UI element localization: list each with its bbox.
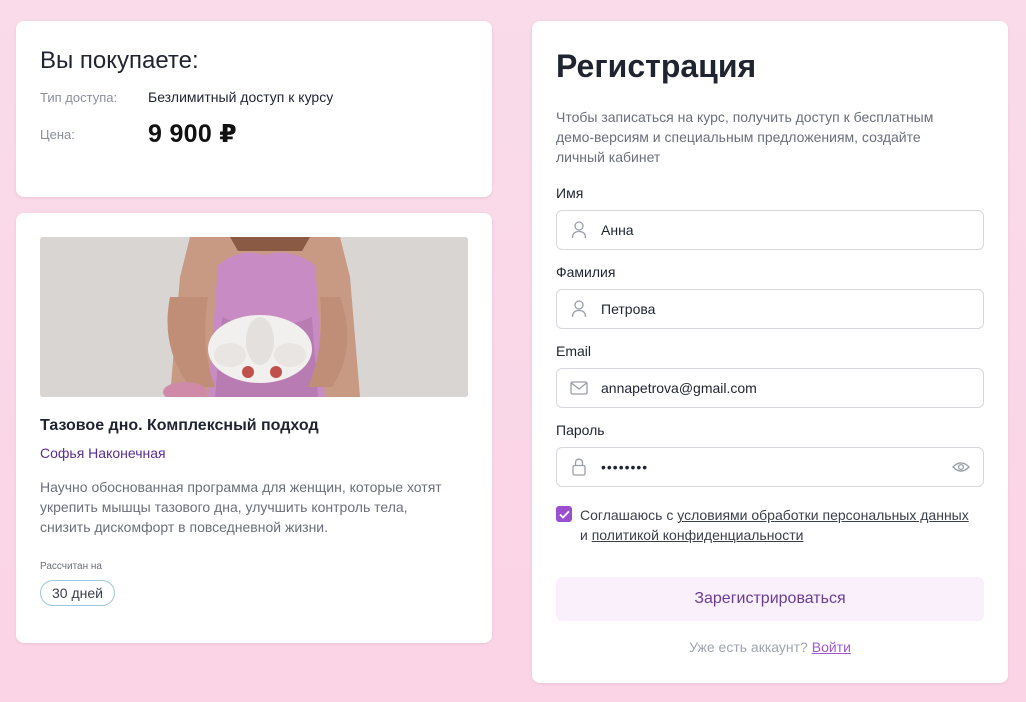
email-field[interactable] xyxy=(556,368,984,408)
course-illustration xyxy=(40,237,468,397)
email-input[interactable] xyxy=(601,380,971,396)
mail-icon xyxy=(569,378,589,398)
consent-row: Соглашаюсь с условиями обработки персона… xyxy=(556,505,984,545)
login-prompt: Уже есть аккаунт? xyxy=(689,639,808,655)
login-row: Уже есть аккаунт? Войти xyxy=(556,639,984,655)
user-icon xyxy=(569,220,589,240)
access-value: Безлимитный доступ к курсу xyxy=(148,89,334,105)
course-title: Тазовое дно. Комплексный подход xyxy=(40,417,319,434)
password-input[interactable]: •••••••• xyxy=(601,459,951,475)
last-name-label: Фамилия xyxy=(556,264,616,280)
duration-badge: 30 дней xyxy=(40,580,115,606)
terms-link[interactable]: условиями обработки персональных данных xyxy=(677,507,969,523)
price-value: 9 900 ₽ xyxy=(148,120,238,148)
first-name-label: Имя xyxy=(556,185,584,201)
course-card: Тазовое дно. Комплексный подход Софья На… xyxy=(16,213,492,643)
duration-label: Рассчитан на xyxy=(40,561,102,572)
check-icon xyxy=(558,510,570,519)
registration-subtitle: Чтобы записаться на курс, получить досту… xyxy=(556,109,934,165)
consent-prefix: Соглашаюсь с xyxy=(580,507,674,523)
access-row: Тип доступа: Безлимитный доступ к курсу xyxy=(40,89,468,105)
register-button[interactable]: Зарегистрироваться xyxy=(556,577,984,621)
consent-text: Соглашаюсь с условиями обработки персона… xyxy=(580,505,969,545)
course-image xyxy=(40,237,468,397)
registration-title: Регистрация xyxy=(556,48,757,84)
consent-middle: и xyxy=(580,527,588,543)
lock-icon xyxy=(569,457,589,477)
price-row: Цена: 9 900 ₽ xyxy=(40,119,468,149)
access-label: Тип доступа: xyxy=(40,89,118,105)
password-field[interactable]: •••••••• xyxy=(556,447,984,487)
email-label: Email xyxy=(556,343,592,359)
first-name-input[interactable] xyxy=(601,222,971,238)
course-description: Научно обоснованная программа для женщин… xyxy=(40,479,442,535)
purchase-title: Вы покупаете: xyxy=(40,47,199,74)
price-label: Цена: xyxy=(40,126,75,142)
registration-card: Регистрация Чтобы записаться на курс, по… xyxy=(532,21,1008,683)
eye-icon[interactable] xyxy=(951,457,971,477)
course-author: Софья Наконечная xyxy=(40,445,166,461)
user-icon xyxy=(569,299,589,319)
login-link[interactable]: Войти xyxy=(812,639,851,655)
consent-checkbox[interactable] xyxy=(556,506,572,522)
purchase-card: Вы покупаете: Тип доступа: Безлимитный д… xyxy=(16,21,492,197)
last-name-input[interactable] xyxy=(601,301,971,317)
last-name-field[interactable] xyxy=(556,289,984,329)
first-name-field[interactable] xyxy=(556,210,984,250)
privacy-link[interactable]: политикой конфиденциальности xyxy=(592,527,804,543)
password-label: Пароль xyxy=(556,422,605,438)
